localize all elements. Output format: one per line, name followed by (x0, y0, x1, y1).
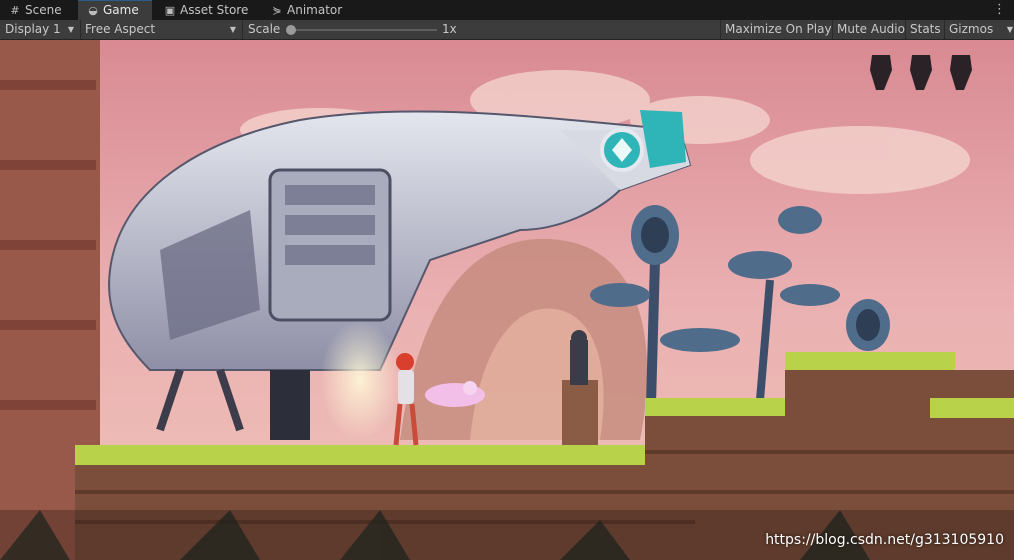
shopping-bag-icon: ▣ (164, 4, 176, 17)
editor-tab-bar: # Scene ◒ Game ▣ Asset Store ⋟ Animator ⋮ (0, 0, 1014, 20)
tab-animator-label: Animator (287, 3, 343, 17)
grid-icon: # (10, 4, 20, 17)
tab-scene[interactable]: # Scene (0, 0, 76, 20)
display-dropdown-label: Display 1 (5, 22, 61, 36)
scale-value: 1x (442, 22, 457, 36)
watermark-text: https://blog.csdn.net/g313105910 (765, 532, 1004, 548)
chevron-down-icon: ▼ (67, 25, 74, 34)
animator-icon: ⋟ (272, 4, 282, 17)
game-viewport[interactable]: https://blog.csdn.net/g313105910 (0, 40, 1014, 560)
scale-slider-handle[interactable] (286, 25, 296, 35)
tab-asset-store[interactable]: ▣ Asset Store (155, 0, 258, 20)
health-hud (870, 55, 972, 90)
aspect-dropdown[interactable]: Free Aspect ▼ (80, 20, 243, 39)
chevron-down-icon: ▼ (229, 25, 236, 34)
tab-animator[interactable]: ⋟ Animator (262, 0, 355, 20)
scale-label: Scale (248, 22, 281, 36)
gizmos-dropdown[interactable]: Gizmos ▼ (944, 20, 1013, 39)
game-scene-render (0, 40, 1014, 560)
scale-slider-track[interactable] (292, 29, 437, 31)
mute-audio-toggle[interactable]: Mute Audio (832, 20, 909, 39)
tab-game[interactable]: ◒ Game (78, 0, 152, 20)
aspect-dropdown-label: Free Aspect (85, 22, 156, 36)
maximize-on-play-toggle[interactable]: Maximize On Play (720, 20, 836, 39)
stats-toggle[interactable]: Stats (905, 20, 945, 39)
game-view-toolbar: Display 1 ▼ Free Aspect ▼ Scale 1x Maxim… (0, 20, 1014, 40)
tab-asset-store-label: Asset Store (180, 3, 249, 17)
tab-game-label: Game (103, 3, 139, 17)
chevron-down-icon: ▼ (1006, 25, 1013, 34)
display-dropdown[interactable]: Display 1 ▼ (0, 20, 81, 39)
more-options-icon[interactable]: ⋮ (993, 0, 1006, 20)
gizmos-dropdown-label: Gizmos (949, 22, 994, 36)
tab-scene-label: Scene (25, 3, 62, 17)
gamepad-icon: ◒ (88, 4, 98, 17)
